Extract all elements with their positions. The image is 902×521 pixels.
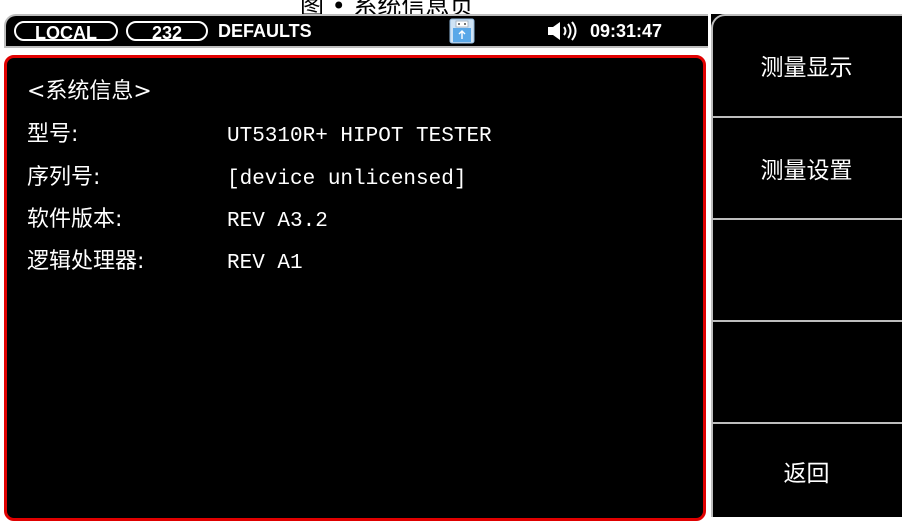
softkey-back[interactable]: 返回	[711, 424, 902, 517]
info-label: 型号:	[27, 122, 79, 147]
info-row-software-version: 软件版本: REV A3.2	[27, 206, 328, 236]
remote-mode-indicator: LOCAL	[14, 21, 118, 43]
info-value: REV A1	[227, 252, 303, 275]
speaker-icon	[548, 21, 577, 41]
clock-time: 09:31:47	[590, 21, 663, 41]
status-bar: LOCAL 232 DEFAULTS 09:31:47	[4, 14, 708, 48]
setup-name: DEFAULTS	[218, 21, 312, 41]
info-row-serial: 序列号: [device unlicensed]	[27, 164, 466, 194]
interface-indicator: 232	[126, 21, 208, 43]
instrument-screen: 图 • 系统信息页 LOCAL 232 DEFAULTS 09:31:47 <系…	[0, 0, 902, 521]
info-label: 逻辑处理器:	[27, 249, 145, 274]
info-row-logic-processor: 逻辑处理器: REV A1	[27, 248, 303, 278]
info-value: UT5310R+ HIPOT TESTER	[227, 125, 492, 148]
info-row-model: 型号: UT5310R+ HIPOT TESTER	[27, 121, 492, 151]
softkey-empty-4[interactable]	[711, 322, 902, 422]
softkey-measure-setup[interactable]: 测量设置	[711, 118, 902, 218]
info-label: 序列号:	[27, 165, 101, 190]
info-value: [device unlicensed]	[227, 168, 467, 191]
system-info-panel: <系统信息> 型号: UT5310R+ HIPOT TESTER 序列号: [dev…	[4, 55, 706, 521]
softkey-column: 测量显示 测量设置 返回	[711, 14, 902, 517]
softkey-measure-display[interactable]: 测量显示	[711, 14, 902, 116]
info-value: REV A3.2	[227, 210, 328, 233]
panel-title: <系统信息>	[27, 79, 152, 104]
softkey-empty-3[interactable]	[711, 220, 902, 320]
info-label: 软件版本:	[27, 207, 123, 232]
usb-drive-icon	[449, 18, 475, 44]
